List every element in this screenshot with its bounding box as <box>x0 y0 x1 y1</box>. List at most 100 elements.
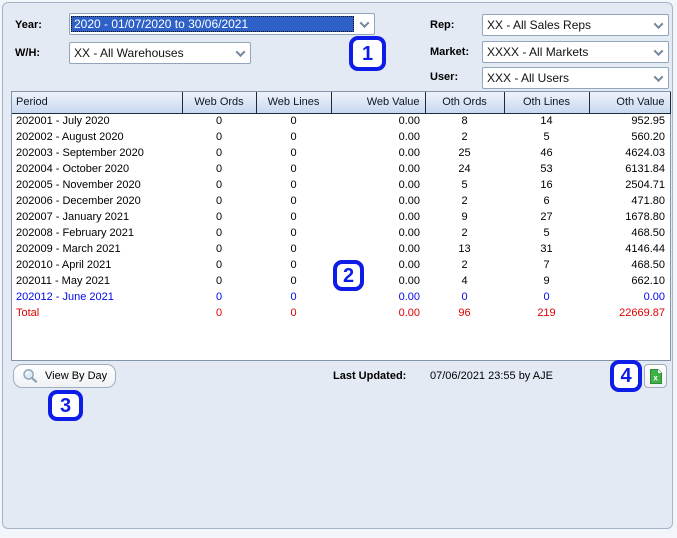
warehouse-dropdown-value: XX - All Warehouses <box>70 44 230 62</box>
chevron-down-icon[interactable] <box>648 75 668 82</box>
excel-file-icon: x <box>649 368 663 385</box>
chevron-down-icon[interactable] <box>648 49 668 56</box>
last-updated-label: Last Updated: <box>333 370 406 382</box>
cell: 0 <box>182 241 256 257</box>
table-row[interactable]: 202008 - February 2021000.0025468.50 <box>12 225 670 241</box>
cell: 202011 - May 2021 <box>12 273 182 289</box>
column-header[interactable]: Web Lines <box>256 92 331 113</box>
column-header[interactable]: Web Value <box>331 92 425 113</box>
cell: 0.00 <box>589 289 670 305</box>
table-row[interactable]: 202007 - January 2021000.009271678.80 <box>12 209 670 225</box>
column-header[interactable]: Web Ords <box>182 92 256 113</box>
view-by-day-button[interactable]: View By Day <box>13 364 116 388</box>
annotation-number: 3 <box>60 396 71 416</box>
cell: 202002 - August 2020 <box>12 129 182 145</box>
cell: 0 <box>256 145 331 161</box>
cell: 0 <box>256 193 331 209</box>
cell: 2 <box>425 129 504 145</box>
rep-label: Rep: <box>430 19 454 31</box>
annotation-number: 4 <box>620 366 631 386</box>
column-header[interactable]: Oth Ords <box>425 92 504 113</box>
cell: 31 <box>504 241 589 257</box>
cell: 2 <box>425 225 504 241</box>
rep-dropdown-value: XX - All Sales Reps <box>483 16 648 34</box>
annotation-badge-3: 3 <box>48 390 83 421</box>
cell: 662.10 <box>589 273 670 289</box>
cell: 0 <box>256 257 331 273</box>
chevron-down-icon[interactable] <box>648 22 668 29</box>
cell: 202001 - July 2020 <box>12 113 182 129</box>
user-dropdown-value: XXX - All Users <box>483 69 648 87</box>
cell: 25 <box>425 145 504 161</box>
cell: 0 <box>256 209 331 225</box>
rep-dropdown[interactable]: XX - All Sales Reps <box>482 14 669 36</box>
cell: 4624.03 <box>589 145 670 161</box>
cell: 202004 - October 2020 <box>12 161 182 177</box>
table-row[interactable]: 202012 - June 2021000.00000.00 <box>12 289 670 305</box>
view-by-day-label: View By Day <box>45 370 107 382</box>
cell: 0.00 <box>331 177 425 193</box>
cell: 0 <box>182 113 256 129</box>
cell: 0 <box>182 129 256 145</box>
cell: 0 <box>182 225 256 241</box>
cell: 2 <box>425 193 504 209</box>
cell: 13 <box>425 241 504 257</box>
cell: 0 <box>182 193 256 209</box>
column-header[interactable]: Oth Lines <box>504 92 589 113</box>
column-header[interactable]: Oth Value <box>589 92 670 113</box>
cell: 2504.71 <box>589 177 670 193</box>
cell: 0.00 <box>331 129 425 145</box>
cell: 96 <box>425 305 504 321</box>
cell: 0 <box>182 145 256 161</box>
market-dropdown[interactable]: XXXX - All Markets <box>482 41 669 63</box>
table-row[interactable]: 202002 - August 2020000.0025560.20 <box>12 129 670 145</box>
chevron-down-icon[interactable] <box>230 50 250 57</box>
table-row[interactable]: 202001 - July 2020000.00814952.95 <box>12 113 670 129</box>
cell: 0 <box>425 289 504 305</box>
period-summary-table: PeriodWeb OrdsWeb LinesWeb ValueOth Ords… <box>11 91 671 361</box>
cell: 5 <box>504 129 589 145</box>
year-dropdown[interactable]: 2020 - 01/07/2020 to 30/06/2021 <box>69 13 375 35</box>
table-row[interactable]: 202009 - March 2021000.0013314146.44 <box>12 241 670 257</box>
svg-text:x: x <box>653 373 658 382</box>
table-row[interactable]: 202003 - September 2020000.0025464624.03 <box>12 145 670 161</box>
annotation-badge-4: 4 <box>610 360 642 392</box>
column-header[interactable]: Period <box>12 92 182 113</box>
table-row[interactable]: 202004 - October 2020000.0024536131.84 <box>12 161 670 177</box>
cell: 0 <box>182 209 256 225</box>
cell: 0 <box>256 289 331 305</box>
market-label: Market: <box>430 46 469 58</box>
user-dropdown[interactable]: XXX - All Users <box>482 67 669 89</box>
cell: 0 <box>256 177 331 193</box>
chevron-down-icon[interactable] <box>354 21 374 28</box>
cell: 202006 - December 2020 <box>12 193 182 209</box>
cell: 27 <box>504 209 589 225</box>
user-label: User: <box>430 71 458 83</box>
warehouse-dropdown[interactable]: XX - All Warehouses <box>69 42 251 64</box>
cell: 7 <box>504 257 589 273</box>
table-row[interactable]: 202006 - December 2020000.0026471.80 <box>12 193 670 209</box>
annotation-badge-1: 1 <box>349 36 386 71</box>
export-excel-button[interactable]: x <box>644 364 667 388</box>
cell: 560.20 <box>589 129 670 145</box>
cell: 468.50 <box>589 225 670 241</box>
cell: 202012 - June 2021 <box>12 289 182 305</box>
cell: 468.50 <box>589 257 670 273</box>
cell: 0.00 <box>331 193 425 209</box>
cell: 22669.87 <box>589 305 670 321</box>
year-label: Year: <box>15 19 42 31</box>
cell: 202010 - April 2021 <box>12 257 182 273</box>
cell: 0 <box>256 241 331 257</box>
cell: 0 <box>256 225 331 241</box>
cell: 14 <box>504 113 589 129</box>
cell: 0 <box>182 177 256 193</box>
cell: 202005 - November 2020 <box>12 177 182 193</box>
cell: 471.80 <box>589 193 670 209</box>
warehouse-label: W/H: <box>15 47 40 59</box>
year-dropdown-value: 2020 - 01/07/2020 to 30/06/2021 <box>71 16 354 32</box>
cell: 0 <box>256 113 331 129</box>
cell: 0.00 <box>331 305 425 321</box>
table-row[interactable]: 202005 - November 2020000.005162504.71 <box>12 177 670 193</box>
total-row[interactable]: Total000.009621922669.87 <box>12 305 670 321</box>
cell: 0 <box>256 305 331 321</box>
